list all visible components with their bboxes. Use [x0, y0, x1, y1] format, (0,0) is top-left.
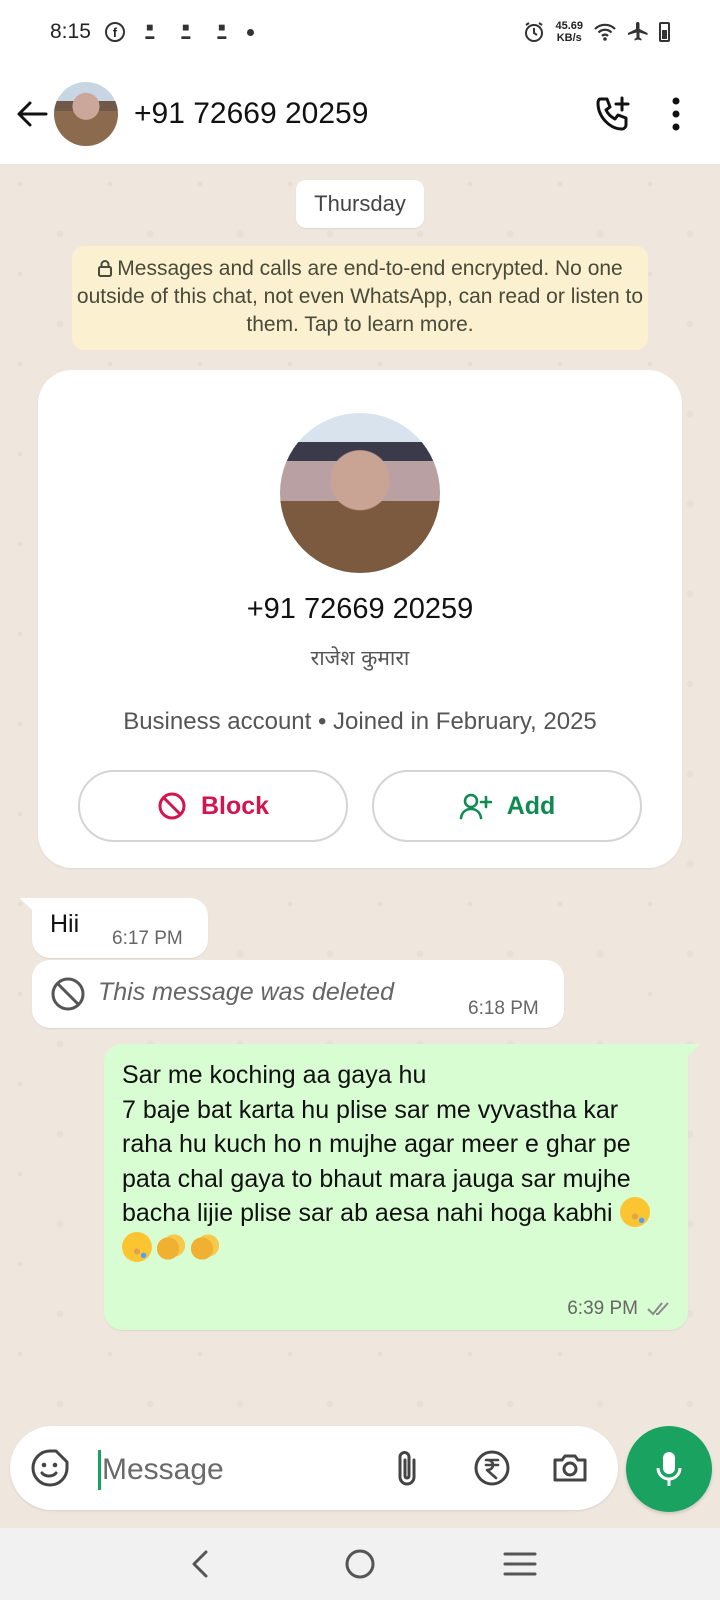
double-check-icon [647, 1302, 669, 1316]
date-chip: Thursday [296, 180, 424, 228]
camera-icon [553, 1454, 587, 1482]
block-button[interactable]: Block [78, 770, 348, 842]
back-button[interactable] [14, 94, 50, 134]
more-notifications-dot-icon [246, 28, 254, 36]
home-circle-icon [345, 1549, 375, 1579]
attach-icon [398, 1451, 416, 1486]
lock-icon [98, 260, 113, 277]
message-composer [10, 1426, 618, 1510]
rupee-payment-icon [474, 1450, 510, 1486]
status-right: 45.69 KB/s [523, 20, 670, 44]
chevron-left-icon [192, 1550, 208, 1578]
message-time: 6:39 PM [567, 1298, 638, 1319]
outgoing-message[interactable]: Sar me koching aa gaya hu 7 baje bat kar… [104, 1044, 688, 1330]
chat-area[interactable]: Thursday Messages and calls are end-to-e… [0, 164, 720, 1528]
arrow-left-icon [17, 101, 48, 127]
contact-title[interactable]: +91 72669 20259 [134, 97, 368, 131]
news-app-icon: ◼︎ ▬ [145, 22, 155, 41]
message-text: Hii [50, 910, 80, 938]
crying-face-emoji [619, 1197, 650, 1227]
text-caret [98, 1450, 101, 1490]
contact-card-phone: +91 72669 20259 [246, 593, 474, 625]
camera-button[interactable] [550, 1448, 590, 1493]
clapping-hands-emoji [190, 1231, 220, 1262]
news-app-icon: ◼︎ ▬ [181, 22, 191, 41]
deleted-message[interactable]: This message was deleted 6:18 PM [32, 960, 564, 1028]
home-nav-button[interactable] [330, 1534, 390, 1594]
block-icon [158, 792, 186, 820]
add-call-button[interactable] [594, 95, 632, 133]
add-user-icon [459, 793, 492, 820]
attach-button[interactable] [392, 1448, 422, 1493]
wifi-icon [594, 23, 616, 41]
header-actions [594, 95, 720, 133]
recents-nav-button[interactable] [490, 1534, 550, 1594]
crying-face-emoji [122, 1231, 152, 1262]
network-speed: 45.69 KB/s [555, 20, 583, 44]
status-bar: 8:15 f ◼︎ ▬ ◼︎ ▬ ◼︎ ▬ 45.69 KB/s [0, 0, 720, 64]
alarm-icon [525, 22, 544, 42]
back-nav-button[interactable] [170, 1534, 230, 1594]
add-button-label: Add [506, 791, 556, 820]
voice-message-button[interactable] [626, 1426, 712, 1512]
message-text: Sar me koching aa gaya hu 7 baje bat kar… [122, 1061, 631, 1227]
incoming-message[interactable]: Hii 6:17 PM [32, 898, 208, 958]
airplane-icon [628, 22, 648, 41]
facebook-icon: f [104, 22, 125, 42]
contact-card-meta: Business account • Joined in February, 2… [123, 708, 597, 735]
outgoing-message-body: Sar me koching aa gaya hu 7 baje bat kar… [122, 1058, 662, 1265]
clapping-hands-emoji [156, 1231, 186, 1262]
deleted-icon [51, 977, 85, 1011]
chat-header: +91 72669 20259 [0, 64, 720, 164]
contact-card: +91 72669 20259 राजेश कुमारा Business ac… [38, 370, 682, 868]
status-left: 8:15 f ◼︎ ▬ ◼︎ ▬ ◼︎ ▬ [50, 20, 254, 44]
network-speed-value: 45.69 [555, 20, 583, 32]
encryption-notice[interactable]: Messages and calls are end-to-end encryp… [72, 246, 648, 350]
contact-card-alias: राजेश कुमारा [310, 646, 410, 670]
encryption-notice-text: Messages and calls are end-to-end encryp… [76, 257, 644, 336]
deleted-message-text: This message was deleted [98, 978, 394, 1006]
contact-card-avatar[interactable] [280, 413, 440, 573]
add-contact-button[interactable]: Add [372, 770, 642, 842]
contact-avatar[interactable] [54, 82, 118, 146]
battery-icon [659, 22, 670, 42]
outgoing-bubble-tail [686, 1044, 700, 1058]
sticker-icon [31, 1449, 69, 1487]
status-time: 8:15 [50, 20, 91, 43]
sticker-button[interactable] [30, 1448, 70, 1493]
more-vertical-icon [672, 97, 680, 131]
news-app-icon: ◼︎ ▬ [217, 22, 227, 41]
message-input[interactable] [102, 1448, 382, 1492]
payment-button[interactable] [472, 1448, 512, 1493]
menu-lines-icon [503, 1552, 537, 1576]
system-nav-bar [0, 1528, 720, 1600]
block-button-label: Block [200, 791, 270, 820]
more-options-button[interactable] [672, 97, 680, 131]
message-meta: 6:39 PM [567, 1298, 674, 1320]
message-time: 6:18 PM [468, 998, 539, 1019]
network-speed-unit: KB/s [556, 32, 582, 44]
add-call-icon [596, 96, 630, 131]
message-time: 6:17 PM [112, 928, 183, 949]
mic-icon [656, 1452, 682, 1486]
